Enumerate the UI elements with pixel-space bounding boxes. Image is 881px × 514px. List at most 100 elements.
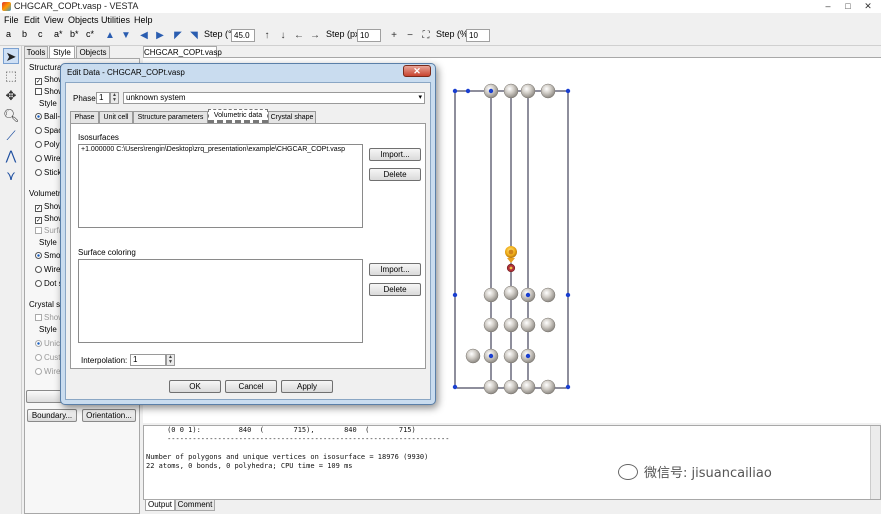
maximize-button[interactable]: □ xyxy=(838,0,858,13)
co-atom[interactable] xyxy=(465,88,471,94)
isosurface-import-button[interactable]: Import... xyxy=(369,148,421,161)
style-wire-radio[interactable]: Wire xyxy=(35,154,60,163)
pt-atom[interactable] xyxy=(503,285,519,301)
apply-button[interactable]: Apply xyxy=(281,380,333,393)
dialog-close-button[interactable]: ✕ xyxy=(403,65,431,77)
axis-a-button[interactable]: a xyxy=(6,29,11,39)
surface-coloring-list[interactable] xyxy=(78,259,363,343)
magnifier-icon[interactable]: 🔍︎ xyxy=(3,108,20,124)
console-scrollbar[interactable] xyxy=(870,426,880,499)
pt-atom[interactable] xyxy=(465,348,481,364)
pt-atom[interactable] xyxy=(483,317,499,333)
volumetric-surface-checkbox[interactable]: Surfa xyxy=(35,226,63,235)
angle-tool-icon[interactable]: ⋀ xyxy=(3,148,19,164)
rotate-step-input[interactable]: 45.0 xyxy=(231,29,255,42)
pt-atom[interactable] xyxy=(520,379,536,395)
menu-utilities[interactable]: Utilities xyxy=(101,15,130,25)
select-arrow-icon[interactable]: ➤ xyxy=(3,48,19,64)
cancel-button[interactable]: Cancel xyxy=(225,380,277,393)
phase-spinner[interactable]: ▲ ▼ xyxy=(110,92,119,104)
isosurface-list-item[interactable]: +1.000000 C:\Users\rengin\Desktop\zrq_pr… xyxy=(81,146,345,153)
rotate-ccw-icon[interactable]: ◤ xyxy=(172,30,184,42)
style-poly-radio[interactable]: Poly xyxy=(35,140,60,149)
translate-left-icon[interactable]: ← xyxy=(293,30,305,42)
surface-coloring-import-button[interactable]: Import... xyxy=(369,263,421,276)
axis-b-star-button[interactable]: b* xyxy=(70,29,79,39)
tab-output[interactable]: Output xyxy=(145,500,175,511)
co-atom[interactable] xyxy=(452,292,458,298)
style-space-radio[interactable]: Spac xyxy=(35,126,62,135)
axis-b-button[interactable]: b xyxy=(22,29,27,39)
co-atom[interactable] xyxy=(452,88,458,94)
interpolation-spinner[interactable]: ▲ ▼ xyxy=(166,354,175,366)
tab-phase[interactable]: Phase xyxy=(70,111,99,123)
tab-structure-parameters[interactable]: Structure parameters xyxy=(133,111,208,123)
axis-a-star-button[interactable]: a* xyxy=(54,29,63,39)
translate-step-input[interactable]: 10 xyxy=(357,29,381,42)
tab-crystal-shape[interactable]: Crystal shape xyxy=(268,111,316,123)
pt-atom[interactable] xyxy=(503,317,519,333)
menu-objects[interactable]: Objects xyxy=(68,15,99,25)
tab-comment[interactable]: Comment xyxy=(175,500,215,511)
pt-atom[interactable] xyxy=(503,348,519,364)
style-stick-radio[interactable]: Stick xyxy=(35,168,61,177)
phase-number-input[interactable]: 1 xyxy=(96,92,110,104)
co-atom[interactable] xyxy=(488,88,494,94)
rotate-down-icon[interactable]: ▼ xyxy=(120,30,132,42)
pt-atom[interactable] xyxy=(540,317,556,333)
isosurface-delete-button[interactable]: Delete xyxy=(369,168,421,181)
co-atom[interactable] xyxy=(565,292,571,298)
orientation-button[interactable]: Orientation... xyxy=(82,409,136,422)
co-atom[interactable] xyxy=(488,353,494,359)
translate-up-icon[interactable]: ↑ xyxy=(261,30,273,42)
zoom-step-input[interactable]: 10 xyxy=(466,29,490,42)
menu-view[interactable]: View xyxy=(44,15,63,25)
pt-atom[interactable] xyxy=(483,379,499,395)
dihedral-tool-icon[interactable]: ⋎ xyxy=(3,168,19,184)
minimize-button[interactable]: – xyxy=(818,0,838,13)
menu-edit[interactable]: Edit xyxy=(24,15,40,25)
translate-tool-icon[interactable]: ✥ xyxy=(3,88,19,104)
select-region-icon[interactable]: ⬚ xyxy=(3,68,19,84)
boundary-button[interactable]: Boundary... xyxy=(27,409,77,422)
rotate-cw-icon[interactable]: ◥ xyxy=(188,30,200,42)
tab-objects[interactable]: Objects xyxy=(76,46,110,58)
fit-to-screen-icon[interactable]: ⛶ xyxy=(420,30,432,42)
vol-style-wire-radio[interactable]: Wire xyxy=(35,265,60,274)
axis-c-button[interactable]: c xyxy=(38,29,43,39)
co-atom[interactable] xyxy=(525,292,531,298)
translate-down-icon[interactable]: ↓ xyxy=(277,30,289,42)
pt-atom[interactable] xyxy=(483,287,499,303)
menu-file[interactable]: File xyxy=(4,15,19,25)
close-button[interactable]: ✕ xyxy=(858,0,878,13)
co-atom[interactable] xyxy=(452,384,458,390)
tab-volumetric-data[interactable]: Volumetric data xyxy=(208,109,268,123)
isosurface-list[interactable]: +1.000000 C:\Users\rengin\Desktop\zrq_pr… xyxy=(78,144,363,228)
style-ball-radio[interactable]: Ball- xyxy=(35,112,60,121)
crystal-style-wire-radio[interactable]: Wire xyxy=(35,367,60,376)
ok-button[interactable]: OK xyxy=(169,380,221,393)
tab-tools[interactable]: Tools xyxy=(24,46,48,58)
pt-atom[interactable] xyxy=(503,83,519,99)
crystal-style-custom-radio[interactable]: Cust xyxy=(35,353,60,362)
menu-help[interactable]: Help xyxy=(134,15,153,25)
surface-coloring-delete-button[interactable]: Delete xyxy=(369,283,421,296)
translate-right-icon[interactable]: → xyxy=(309,30,321,42)
vol-style-dot-radio[interactable]: Dot s xyxy=(35,279,63,288)
pt-atom[interactable] xyxy=(540,287,556,303)
pt-atom[interactable] xyxy=(540,83,556,99)
zoom-out-icon[interactable]: − xyxy=(404,30,416,42)
interpolation-input[interactable]: 1 xyxy=(130,354,166,366)
co-atom[interactable] xyxy=(565,384,571,390)
rotate-right-icon[interactable]: ▶ xyxy=(154,30,166,42)
co-atom[interactable] xyxy=(565,88,571,94)
rotate-left-icon[interactable]: ◀ xyxy=(138,30,150,42)
tab-unit-cell[interactable]: Unit cell xyxy=(99,111,133,123)
pt-atom[interactable] xyxy=(520,83,536,99)
pt-atom[interactable] xyxy=(520,317,536,333)
distance-tool-icon[interactable]: ⟋ xyxy=(3,128,19,144)
axis-c-star-button[interactable]: c* xyxy=(86,29,94,39)
pt-atom[interactable] xyxy=(540,379,556,395)
co-atom[interactable] xyxy=(525,353,531,359)
rotate-up-icon[interactable]: ▲ xyxy=(104,30,116,42)
